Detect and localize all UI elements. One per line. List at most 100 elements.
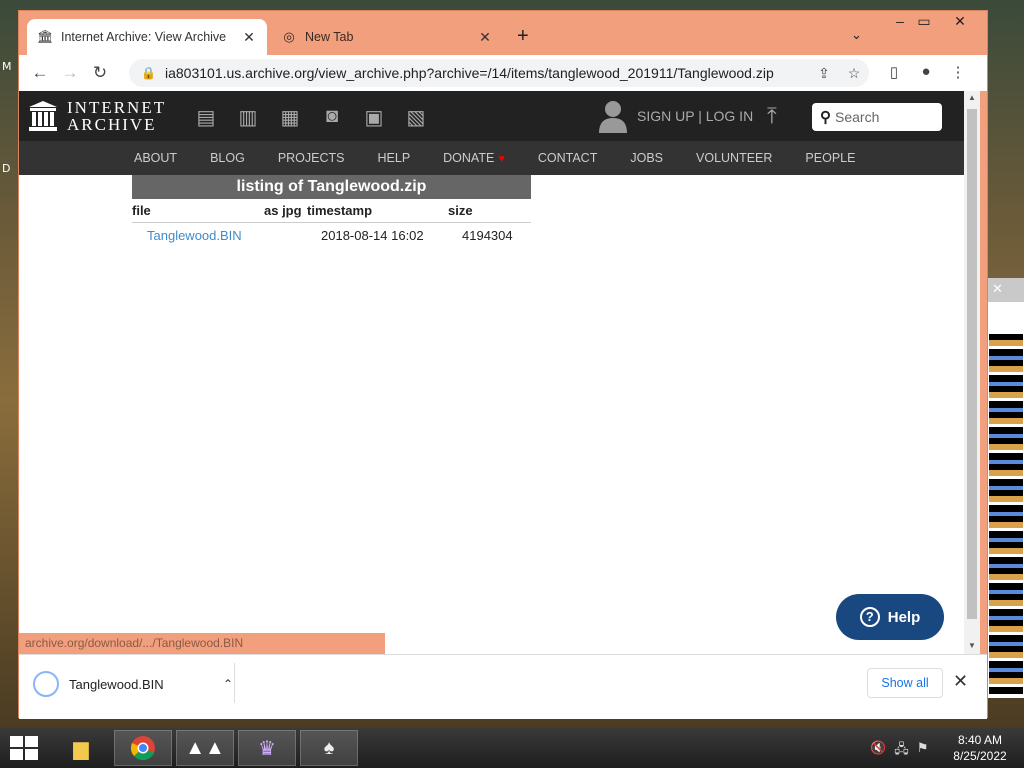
nav-projects[interactable]: PROJECTS (278, 151, 345, 165)
search-icon: ⚲ (820, 109, 831, 126)
tab-title: New Tab (305, 30, 354, 44)
background-app-pixel-art (989, 334, 1023, 694)
volume-muted-icon[interactable]: 🔇 (870, 740, 886, 762)
file-icon (33, 671, 59, 697)
heart-icon: ♥ (498, 153, 505, 165)
nav-donate-label: DONATE (443, 151, 495, 165)
address-bar[interactable]: 🔒 ia803101.us.archive.org/view_archive.p… (129, 59, 869, 87)
ia-logo[interactable]: INTERNET ARCHIVE (29, 99, 166, 133)
scroll-down-icon[interactable]: ▼ (964, 641, 980, 650)
tab-close-icon[interactable]: ✕ (477, 29, 493, 46)
images-icon[interactable]: ▧ (395, 105, 437, 130)
system-tray: 🔇 🖧 ⚑ (870, 740, 928, 762)
col-header-file: file (132, 199, 264, 223)
ia-search-input[interactable]: ⚲ Search (812, 103, 942, 131)
background-app-close-icon[interactable]: ✕ (987, 278, 1024, 302)
audio-icon[interactable]: ◙ (311, 105, 353, 130)
listing-title: listing of Tanglewood.zip (132, 175, 531, 199)
col-header-size: size (448, 199, 531, 223)
show-all-button[interactable]: Show all (867, 668, 943, 698)
url-text[interactable]: ia803101.us.archive.org/view_archive.php… (165, 65, 809, 81)
bookmark-star-icon[interactable]: ☆ (839, 65, 869, 82)
archive-temple-icon (29, 101, 57, 131)
upload-icon[interactable]: ⤒ (767, 103, 777, 129)
side-panel-icon[interactable]: ▯ (881, 63, 907, 81)
app-taskbar-icon-monster[interactable]: ♛ (238, 730, 296, 766)
nav-contact[interactable]: CONTACT (538, 151, 598, 165)
table-row: Tanglewood.BIN 2018-08-14 16:02 4194304 (132, 223, 531, 249)
col-header-as-jpg: as jpg (264, 199, 307, 223)
flag-icon[interactable]: ⚑ (917, 740, 929, 762)
timestamp-cell: 2018-08-14 16:02 (321, 228, 424, 243)
video-icon[interactable]: ▦ (269, 105, 311, 130)
signup-login-link[interactable]: SIGN UP | LOG IN (637, 108, 753, 124)
maximize-icon[interactable]: ▭ (909, 13, 939, 30)
logo-line-1: INTERNET (67, 98, 167, 117)
desktop-icon-label[interactable]: D (2, 162, 10, 175)
chrome-favicon-icon: ◎ (283, 29, 295, 44)
chevron-up-icon[interactable]: ⌃ (223, 677, 233, 691)
clock-date: 8/25/2022 (953, 749, 1007, 763)
download-filename: Tanglewood.BIN (69, 676, 164, 692)
user-icon[interactable] (599, 99, 627, 133)
chrome-taskbar-icon[interactable] (114, 730, 172, 766)
texts-icon[interactable]: ▥ (227, 105, 269, 130)
tab-new-tab[interactable]: ◎ New Tab ✕ (271, 19, 503, 55)
software-icon[interactable]: ▣ (353, 105, 395, 130)
background-app-window[interactable]: ✕ (986, 278, 1024, 698)
tab-close-icon[interactable]: ✕ (241, 29, 257, 46)
archive-listing: listing of Tanglewood.zip file as jpg ti… (132, 175, 531, 248)
lock-icon[interactable]: 🔒 (141, 66, 157, 80)
help-button[interactable]: ? Help (836, 594, 944, 640)
status-url-bubble: archive.org/download/.../Tanglewood.BIN (19, 633, 385, 654)
close-shelf-icon[interactable]: ✕ (953, 671, 968, 692)
tab-internet-archive[interactable]: 🏛 Internet Archive: View Archive ✕ (27, 19, 267, 55)
menu-kebab-icon[interactable]: ⋮ (945, 63, 971, 81)
as-jpg-cell (264, 223, 307, 249)
nav-blog[interactable]: BLOG (210, 151, 245, 165)
nav-help[interactable]: HELP (378, 151, 411, 165)
logo-line-2: ARCHIVE (67, 115, 157, 134)
profile-avatar-icon[interactable]: ● (913, 63, 939, 80)
nav-people[interactable]: PEOPLE (805, 151, 855, 165)
back-icon[interactable]: ← (25, 63, 55, 83)
reload-icon[interactable]: ↻ (85, 63, 115, 83)
clock[interactable]: 8:40 AM 8/25/2022 (944, 732, 1016, 764)
folder-glyph-icon: ▆ (73, 737, 89, 760)
close-window-icon[interactable]: ✕ (945, 13, 975, 30)
nav-donate[interactable]: DONATE ♥ (443, 151, 505, 165)
desktop-icon-label[interactable]: M (2, 60, 12, 73)
file-link[interactable]: Tanglewood.BIN (147, 228, 242, 243)
tab-strip: 🏛 Internet Archive: View Archive ✕ ◎ New… (19, 11, 987, 55)
browser-toolbar: ← → ↻ 🔒 ia803101.us.archive.org/view_arc… (19, 55, 987, 91)
app-taskbar-icon-triangles[interactable]: ▲▲ (176, 730, 234, 766)
page-content: INTERNET ARCHIVE ▤ ▥ ▦ ◙ ▣ ▧ SIGN UP | L… (19, 91, 964, 654)
archive-favicon-icon: 🏛 (37, 29, 54, 44)
windows-start-icon[interactable] (10, 736, 38, 760)
new-tab-button[interactable]: + (517, 25, 529, 48)
listing-table: file as jpg timestamp size Tanglewood.BI… (132, 199, 531, 248)
ia-nav-bar: ABOUT BLOG PROJECTS HELP DONATE ♥ CONTACT… (19, 141, 964, 175)
nav-about[interactable]: ABOUT (134, 151, 177, 165)
web-icon[interactable]: ▤ (185, 105, 227, 130)
tab-title: Internet Archive: View Archive (61, 30, 227, 44)
search-placeholder: Search (835, 109, 880, 125)
nav-volunteer[interactable]: VOLUNTEER (696, 151, 772, 165)
forward-icon[interactable]: → (55, 63, 85, 83)
tab-search-chevron-icon[interactable]: ⌄ (851, 27, 862, 43)
taskbar: ▆ ▲▲ ♛ ♠ 🔇 🖧 ⚑ 8:40 AM 8/25/2022 (0, 728, 1024, 768)
app-taskbar-icon-figure[interactable]: ♠ (300, 730, 358, 766)
download-item[interactable]: Tanglewood.BIN ⌃ (33, 669, 233, 699)
nav-jobs[interactable]: JOBS (630, 151, 663, 165)
question-icon: ? (859, 607, 880, 627)
file-explorer-icon[interactable]: ▆ (52, 730, 110, 766)
ia-topbar: INTERNET ARCHIVE ▤ ▥ ▦ ◙ ▣ ▧ SIGN UP | L… (19, 91, 964, 141)
scroll-up-icon[interactable]: ▲ (964, 93, 980, 102)
share-icon[interactable]: ⇪ (809, 65, 839, 82)
network-icon[interactable]: 🖧 (894, 740, 909, 762)
media-type-icons: ▤ ▥ ▦ ◙ ▣ ▧ (185, 105, 437, 130)
scrollbar-thumb[interactable] (967, 109, 977, 619)
clock-time: 8:40 AM (957, 733, 1003, 747)
page-scrollbar[interactable]: ▲ ▼ (964, 91, 980, 654)
chrome-logo-icon (130, 736, 155, 761)
